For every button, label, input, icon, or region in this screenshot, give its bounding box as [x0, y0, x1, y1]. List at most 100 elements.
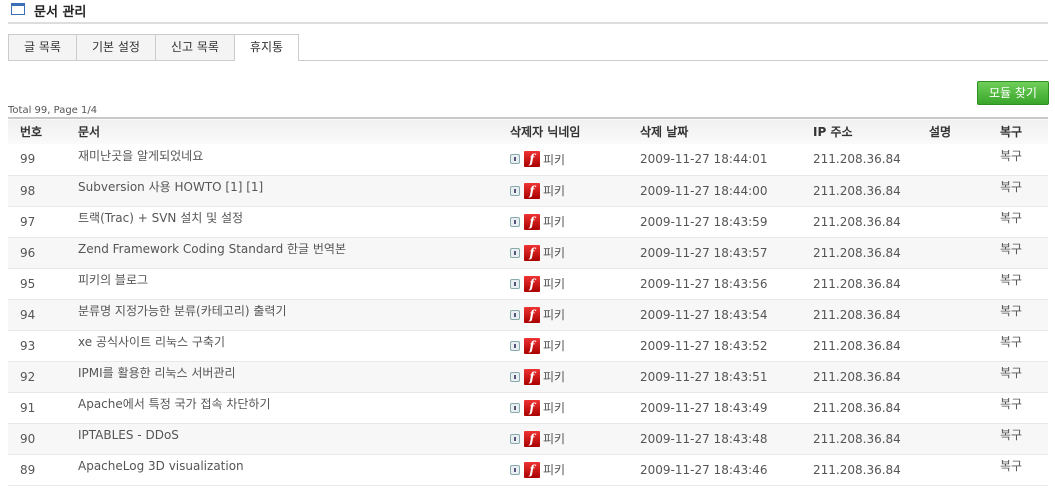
row-deleted-date: 2009-11-27 18:43:54 — [640, 307, 768, 322]
row-restore-cell: 복구 — [1000, 423, 1048, 454]
flash-user-icon: f — [524, 430, 540, 447]
deleter-nickname[interactable]: f 피키 — [510, 461, 565, 478]
restore-link[interactable]: 복구 — [1000, 180, 1022, 194]
deleter-nickname[interactable]: f 피키 — [510, 151, 565, 168]
deleter-nickname[interactable]: f 피키 — [510, 430, 565, 447]
deleter-nickname[interactable]: f 피키 — [510, 182, 565, 199]
row-description — [929, 299, 1000, 330]
table-row: 95 피키의 블로그 f 피키 2009-11-27 18:43:56 211.208.3… — [8, 268, 1048, 299]
document-status-icon — [510, 433, 520, 444]
restore-link[interactable]: 복구 — [1000, 242, 1022, 256]
tab-basic-settings[interactable]: 기본 설정 — [75, 34, 156, 60]
nickname-text: 피키 — [543, 370, 566, 384]
row-nickname-cell: f 피키 — [510, 361, 640, 392]
flash-user-icon: f — [524, 213, 540, 230]
table-row: 99 재미난곳을 알게되었네요 f 피키 2009-11-27 18:44:01 211.… — [8, 144, 1048, 175]
row-ip-address: 211.208.36.84 — [813, 245, 901, 260]
restore-link[interactable]: 복구 — [1000, 211, 1022, 225]
row-nickname-cell: f 피키 — [510, 144, 640, 175]
nickname-text: 피키 — [543, 277, 566, 291]
row-deleted-date: 2009-11-27 18:43:49 — [640, 400, 768, 415]
row-nickname-cell: f 피키 — [510, 423, 640, 454]
document-title-link[interactable]: 피키의 블로그 — [78, 273, 148, 287]
restore-link[interactable]: 복구 — [1000, 149, 1022, 163]
total-count: Total 99, Page 1/4 — [8, 105, 98, 116]
row-ip-address: 211.208.36.84 — [813, 183, 901, 198]
header-document: 문서 — [78, 125, 101, 139]
deleter-nickname[interactable]: f 피키 — [510, 306, 565, 323]
document-status-icon — [510, 309, 520, 320]
row-number: 98 — [20, 183, 36, 198]
document-status-icon — [510, 402, 520, 413]
deleter-nickname[interactable]: f 피키 — [510, 399, 565, 416]
find-module-button[interactable]: 모듈 찾기 — [977, 81, 1049, 105]
row-deleted-date: 2009-11-27 18:43:52 — [640, 338, 768, 353]
document-status-icon — [510, 371, 520, 382]
header-restore: 복구 — [1000, 125, 1023, 139]
row-nickname-cell: f 피키 — [510, 206, 640, 237]
row-document-cell: Subversion 사용 HOWTO [1] [1] — [78, 175, 510, 206]
row-deleted-date: 2009-11-27 18:43:46 — [640, 462, 768, 477]
document-title-link[interactable]: Zend Framework Coding Standard 한글 번역본 — [78, 242, 346, 256]
document-title-link[interactable]: xe 공식사이트 리눅스 구축기 — [78, 335, 225, 349]
document-title-link[interactable]: 재미난곳을 알게되었네요 — [78, 149, 203, 163]
tab-trash[interactable]: 휴지통 — [233, 34, 300, 61]
deleter-nickname[interactable]: f 피키 — [510, 213, 565, 230]
deleter-nickname[interactable]: f 피키 — [510, 337, 565, 354]
document-status-icon — [510, 278, 520, 289]
row-number: 90 — [20, 431, 36, 446]
document-title-link[interactable]: ApacheLog 3D visualization — [78, 459, 244, 473]
document-status-icon — [510, 216, 520, 227]
restore-link[interactable]: 복구 — [1000, 459, 1022, 473]
row-document-cell: 피키의 블로그 — [78, 268, 510, 299]
restore-link[interactable]: 복구 — [1000, 366, 1022, 380]
row-document-cell: 재미난곳을 알게되었네요 — [78, 144, 510, 175]
row-ip-address: 211.208.36.84 — [813, 462, 901, 477]
restore-link[interactable]: 복구 — [1000, 428, 1022, 442]
tab-document-list[interactable]: 글 목록 — [8, 34, 77, 60]
row-document-cell: 분류명 지정가능한 분류(카테고리) 출력기 — [78, 299, 510, 330]
nickname-text: 피키 — [543, 432, 566, 446]
tab-bar: 글 목록 기본 설정 신고 목록 휴지통 — [8, 34, 1048, 61]
row-description — [929, 330, 1000, 361]
nickname-text: 피키 — [543, 246, 566, 260]
row-document-cell: IPTABLES - DDoS — [78, 423, 510, 454]
document-status-icon — [510, 464, 520, 475]
deleter-nickname[interactable]: f 피키 — [510, 244, 565, 261]
row-deleted-date: 2009-11-27 18:43:48 — [640, 431, 768, 446]
restore-link[interactable]: 복구 — [1000, 304, 1022, 318]
row-nickname-cell: f 피키 — [510, 268, 640, 299]
row-description — [929, 392, 1000, 423]
restore-link[interactable]: 복구 — [1000, 335, 1022, 349]
row-nickname-cell: f 피키 — [510, 330, 640, 361]
tab-report-list[interactable]: 신고 목록 — [154, 34, 235, 60]
restore-link[interactable]: 복구 — [1000, 273, 1022, 287]
header-number: 번호 — [20, 125, 43, 139]
table-header-row: 번호 문서 삭제자 닉네임 삭제 날짜 IP 주소 설명 복구 — [8, 118, 1048, 144]
document-title-link[interactable]: IPMI를 활용한 리눅스 서버관리 — [78, 366, 236, 380]
row-ip-address: 211.208.36.84 — [813, 276, 901, 291]
row-ip-address: 211.208.36.84 — [813, 214, 901, 229]
row-description — [929, 144, 1000, 175]
nickname-text: 피키 — [543, 215, 566, 229]
row-restore-cell: 복구 — [1000, 237, 1048, 268]
header-deleted-date: 삭제 날짜 — [640, 125, 689, 139]
restore-link[interactable]: 복구 — [1000, 397, 1022, 411]
row-document-cell: ApacheLog 3D visualization — [78, 454, 510, 485]
document-title-link[interactable]: 분류명 지정가능한 분류(카테고리) 출력기 — [78, 304, 287, 318]
document-status-icon — [510, 340, 520, 351]
document-status-icon — [510, 154, 520, 165]
row-restore-cell: 복구 — [1000, 299, 1048, 330]
deleter-nickname[interactable]: f 피키 — [510, 368, 565, 385]
document-title-link[interactable]: IPTABLES - DDoS — [78, 428, 179, 442]
row-deleted-date: 2009-11-27 18:44:01 — [640, 152, 768, 167]
row-description — [929, 454, 1000, 485]
row-nickname-cell: f 피키 — [510, 237, 640, 268]
document-title-link[interactable]: Subversion 사용 HOWTO [1] [1] — [78, 180, 263, 194]
row-description — [929, 423, 1000, 454]
row-number: 97 — [20, 214, 36, 229]
document-title-link[interactable]: Apache에서 특정 국가 접속 차단하기 — [78, 397, 271, 411]
nickname-text: 피키 — [543, 339, 566, 353]
deleter-nickname[interactable]: f 피키 — [510, 275, 565, 292]
document-title-link[interactable]: 트랙(Trac) + SVN 설치 및 설정 — [78, 211, 243, 225]
